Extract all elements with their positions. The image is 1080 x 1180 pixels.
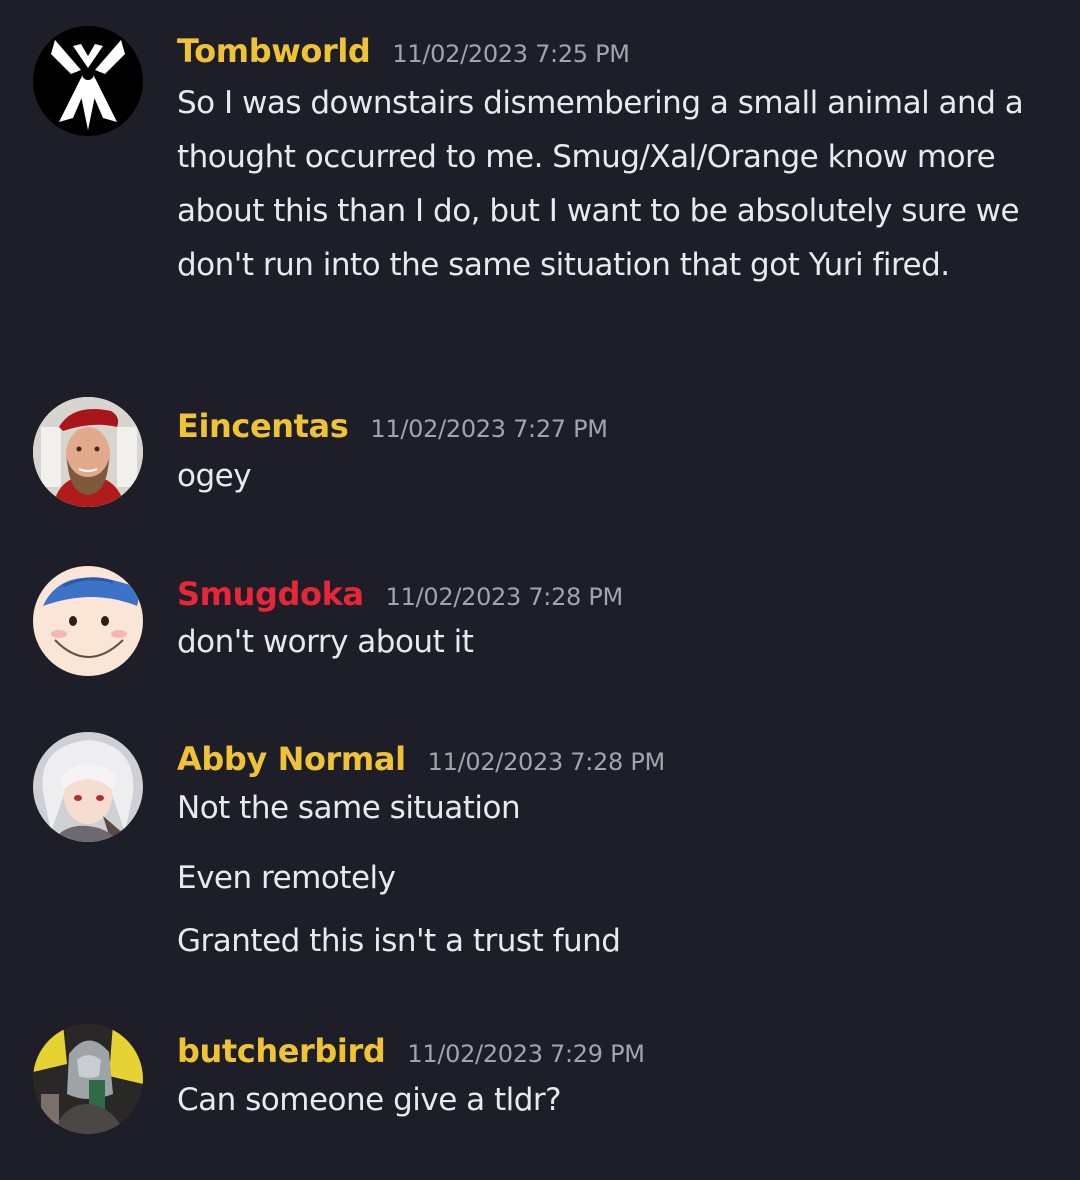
- bearded-man-red-beret-icon: [33, 397, 143, 507]
- message-text: don't worry about it: [177, 624, 474, 660]
- message-text: ogey: [177, 458, 252, 494]
- username[interactable]: Eincentas: [177, 407, 349, 445]
- avatar[interactable]: [33, 732, 143, 842]
- message-text: Even remotely: [177, 860, 396, 896]
- message-butcherbird[interactable]: butcherbird 11/02/2023 7:29 PM Can someon…: [0, 1015, 1080, 1155]
- message-header: butcherbird 11/02/2023 7:29 PM: [177, 1032, 645, 1070]
- smug-anime-face-icon: [33, 566, 143, 676]
- message-text: Not the same situation: [177, 790, 521, 826]
- message-header: Eincentas 11/02/2023 7:27 PM: [177, 407, 608, 445]
- username[interactable]: Smugdoka: [177, 575, 364, 613]
- white-ribbon-symbol-icon: [33, 26, 143, 136]
- timestamp: 11/02/2023 7:25 PM: [392, 40, 630, 68]
- armored-figure-comic-icon: [33, 1024, 143, 1134]
- message-text: Can someone give a tldr?: [177, 1082, 562, 1118]
- username[interactable]: butcherbird: [177, 1032, 386, 1070]
- avatar[interactable]: [33, 566, 143, 676]
- message-header: Abby Normal 11/02/2023 7:28 PM: [177, 740, 665, 778]
- avatar[interactable]: [33, 26, 143, 136]
- message-eincentas[interactable]: Eincentas 11/02/2023 7:27 PM ogey: [0, 385, 1080, 515]
- timestamp: 11/02/2023 7:28 PM: [427, 748, 666, 776]
- timestamp: 11/02/2023 7:29 PM: [407, 1040, 645, 1068]
- timestamp: 11/02/2023 7:28 PM: [385, 583, 624, 611]
- message-smugdoka[interactable]: Smugdoka 11/02/2023 7:28 PM don't worry a…: [0, 555, 1080, 685]
- avatar[interactable]: [33, 397, 143, 507]
- white-haired-anime-girl-icon: [33, 732, 143, 842]
- message-text: So I was downstairs dismembering a small…: [177, 85, 1024, 283]
- message-header: Tombworld 11/02/2023 7:25 PM: [177, 32, 630, 70]
- message-header: Smugdoka 11/02/2023 7:28 PM: [177, 575, 623, 613]
- message-abby-normal[interactable]: Abby Normal 11/02/2023 7:28 PM Not the sa…: [0, 720, 1080, 980]
- avatar[interactable]: [33, 1024, 143, 1134]
- timestamp: 11/02/2023 7:27 PM: [370, 415, 608, 443]
- message-tombworld[interactable]: Tombworld 11/02/2023 7:25 PM So I was dow…: [0, 0, 1080, 360]
- username[interactable]: Tombworld: [177, 32, 371, 70]
- username[interactable]: Abby Normal: [177, 740, 406, 778]
- message-text: Granted this isn't a trust fund: [177, 923, 621, 959]
